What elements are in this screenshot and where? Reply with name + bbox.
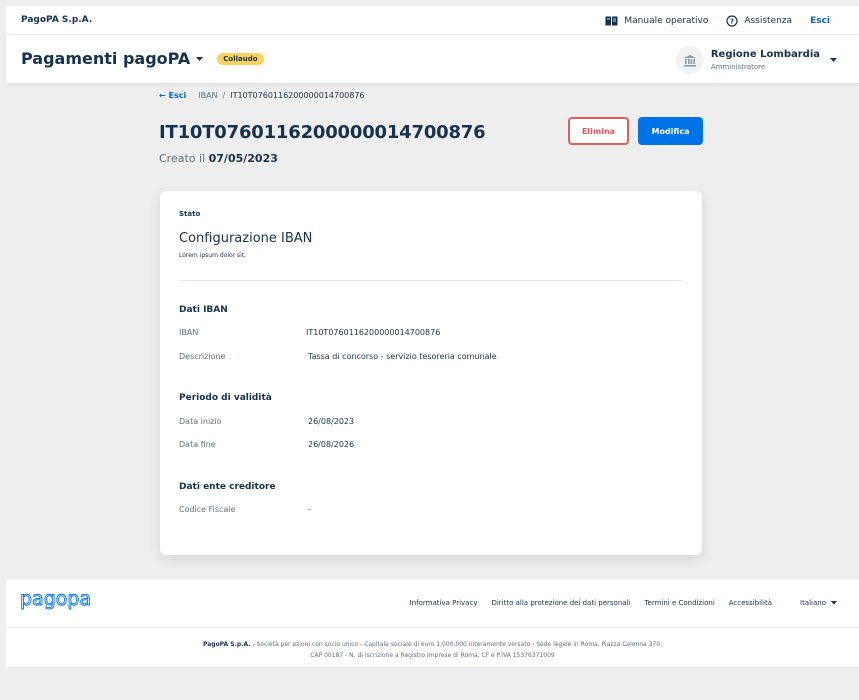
end-date-value: 26/08/2026 bbox=[308, 440, 355, 449]
iban-value: IT10T0760116200000014700876 bbox=[306, 328, 441, 337]
help-label: Assistenza bbox=[744, 15, 793, 26]
footer-divider bbox=[6, 627, 859, 628]
description-label: Descrizione bbox=[179, 352, 226, 361]
language-selector[interactable]: Italiano bbox=[786, 599, 837, 607]
start-date-value: 26/08/2023 bbox=[308, 417, 355, 426]
fiscal-code-value: - bbox=[308, 505, 311, 514]
iban-label: IBAN bbox=[179, 328, 199, 337]
help-link[interactable]: ? Assistenza bbox=[726, 14, 793, 27]
top-bar: PagoPA S.p.A. Manuale operativo ? Assist… bbox=[6, 6, 859, 35]
product-switcher[interactable]: Pagamenti pagoPA Collaudo bbox=[21, 49, 264, 68]
end-date-label: Data fine bbox=[179, 440, 216, 449]
legal-info: PagoPA S.p.A. - Società per azioni con s… bbox=[6, 639, 859, 661]
manual-link[interactable]: Manuale operativo bbox=[605, 16, 708, 26]
product-name: Pagamenti pagoPA bbox=[21, 49, 191, 68]
created-date: 07/05/2023 bbox=[208, 152, 278, 165]
back-link[interactable]: ← Esci bbox=[159, 91, 186, 100]
footer: pagopa Informativa Privacy Diritto alla … bbox=[6, 579, 859, 667]
start-date-label: Data inizio bbox=[179, 417, 222, 426]
created-label: Creato il bbox=[159, 152, 206, 165]
language-label: Italiano bbox=[800, 599, 826, 607]
description-value: Tassa di concorso - servizio tesoreria c… bbox=[308, 352, 497, 361]
logout-link[interactable]: Esci bbox=[810, 16, 830, 26]
fiscal-code-label: Codice Fiscale bbox=[179, 505, 236, 514]
chevron-down-icon bbox=[830, 57, 837, 62]
party-info: Regione Lombardia Amministratore bbox=[711, 49, 820, 71]
breadcrumb-separator: / bbox=[222, 91, 226, 100]
book-icon bbox=[605, 16, 618, 25]
page-title: IT10T0760116200000014700876 bbox=[159, 122, 486, 143]
legal-line-1: - Società per azioni con socio unico - C… bbox=[250, 641, 662, 648]
card-description: Lorem ipsum dolor sit. bbox=[179, 252, 247, 259]
delete-button[interactable]: Elimina bbox=[568, 117, 629, 145]
breadcrumb-current: IT10T0760116200000014700876 bbox=[230, 91, 365, 100]
chevron-down-icon bbox=[196, 57, 204, 61]
party-name: Regione Lombardia bbox=[710, 49, 820, 60]
created-info: Creato il 07/05/2023 bbox=[159, 152, 278, 165]
party-role: Amministratore bbox=[710, 63, 766, 71]
terms-link[interactable]: Termini e Condizioni bbox=[644, 599, 714, 607]
institution-icon bbox=[683, 54, 696, 66]
product-header: Pagamenti pagoPA Collaudo Regione Lombar… bbox=[6, 35, 859, 83]
chevron-down-icon bbox=[831, 601, 837, 605]
breadcrumb: ← Esci IBAN / IT10T076011620000001470087… bbox=[159, 91, 365, 100]
pagopa-logo[interactable]: pagopa bbox=[20, 589, 96, 611]
brand-label[interactable]: PagoPA S.p.A. bbox=[21, 15, 92, 25]
card-title: Configurazione IBAN bbox=[179, 231, 313, 246]
section-title-iban: Dati IBAN bbox=[179, 305, 228, 315]
breadcrumb-item-iban[interactable]: IBAN bbox=[198, 91, 217, 100]
section-title-period: Periodo di validità bbox=[179, 393, 272, 403]
legal-line-2: CAP 00187 - N. di iscrizione a Registro … bbox=[310, 652, 555, 659]
divider bbox=[179, 280, 682, 281]
section-title-creditor: Dati ente creditore bbox=[179, 482, 276, 492]
iban-detail-card: Stato Configurazione IBAN Lorem ipsum do… bbox=[160, 191, 702, 555]
svg-text:pagopa: pagopa bbox=[20, 589, 91, 610]
party-switcher[interactable]: Regione Lombardia Amministratore bbox=[675, 46, 837, 74]
svg-text:?: ? bbox=[730, 17, 734, 25]
footer-links: Informativa Privacy Diritto alla protezi… bbox=[396, 599, 837, 607]
legal-company: PagoPA S.p.A. bbox=[202, 641, 251, 648]
status-label: Stato bbox=[179, 210, 201, 218]
institution-avatar bbox=[675, 46, 704, 74]
help-icon: ? bbox=[726, 14, 738, 27]
accessibility-link[interactable]: Accessibilità bbox=[729, 599, 772, 607]
environment-badge: Collaudo bbox=[217, 52, 264, 65]
manual-label: Manuale operativo bbox=[624, 15, 709, 26]
privacy-link[interactable]: Informativa Privacy bbox=[410, 599, 478, 607]
data-protection-link[interactable]: Diritto alla protezione dei dati persona… bbox=[491, 599, 630, 607]
edit-button[interactable]: Modifica bbox=[638, 117, 703, 145]
topbar-actions: Manuale operativo ? Assistenza Esci bbox=[605, 6, 859, 35]
